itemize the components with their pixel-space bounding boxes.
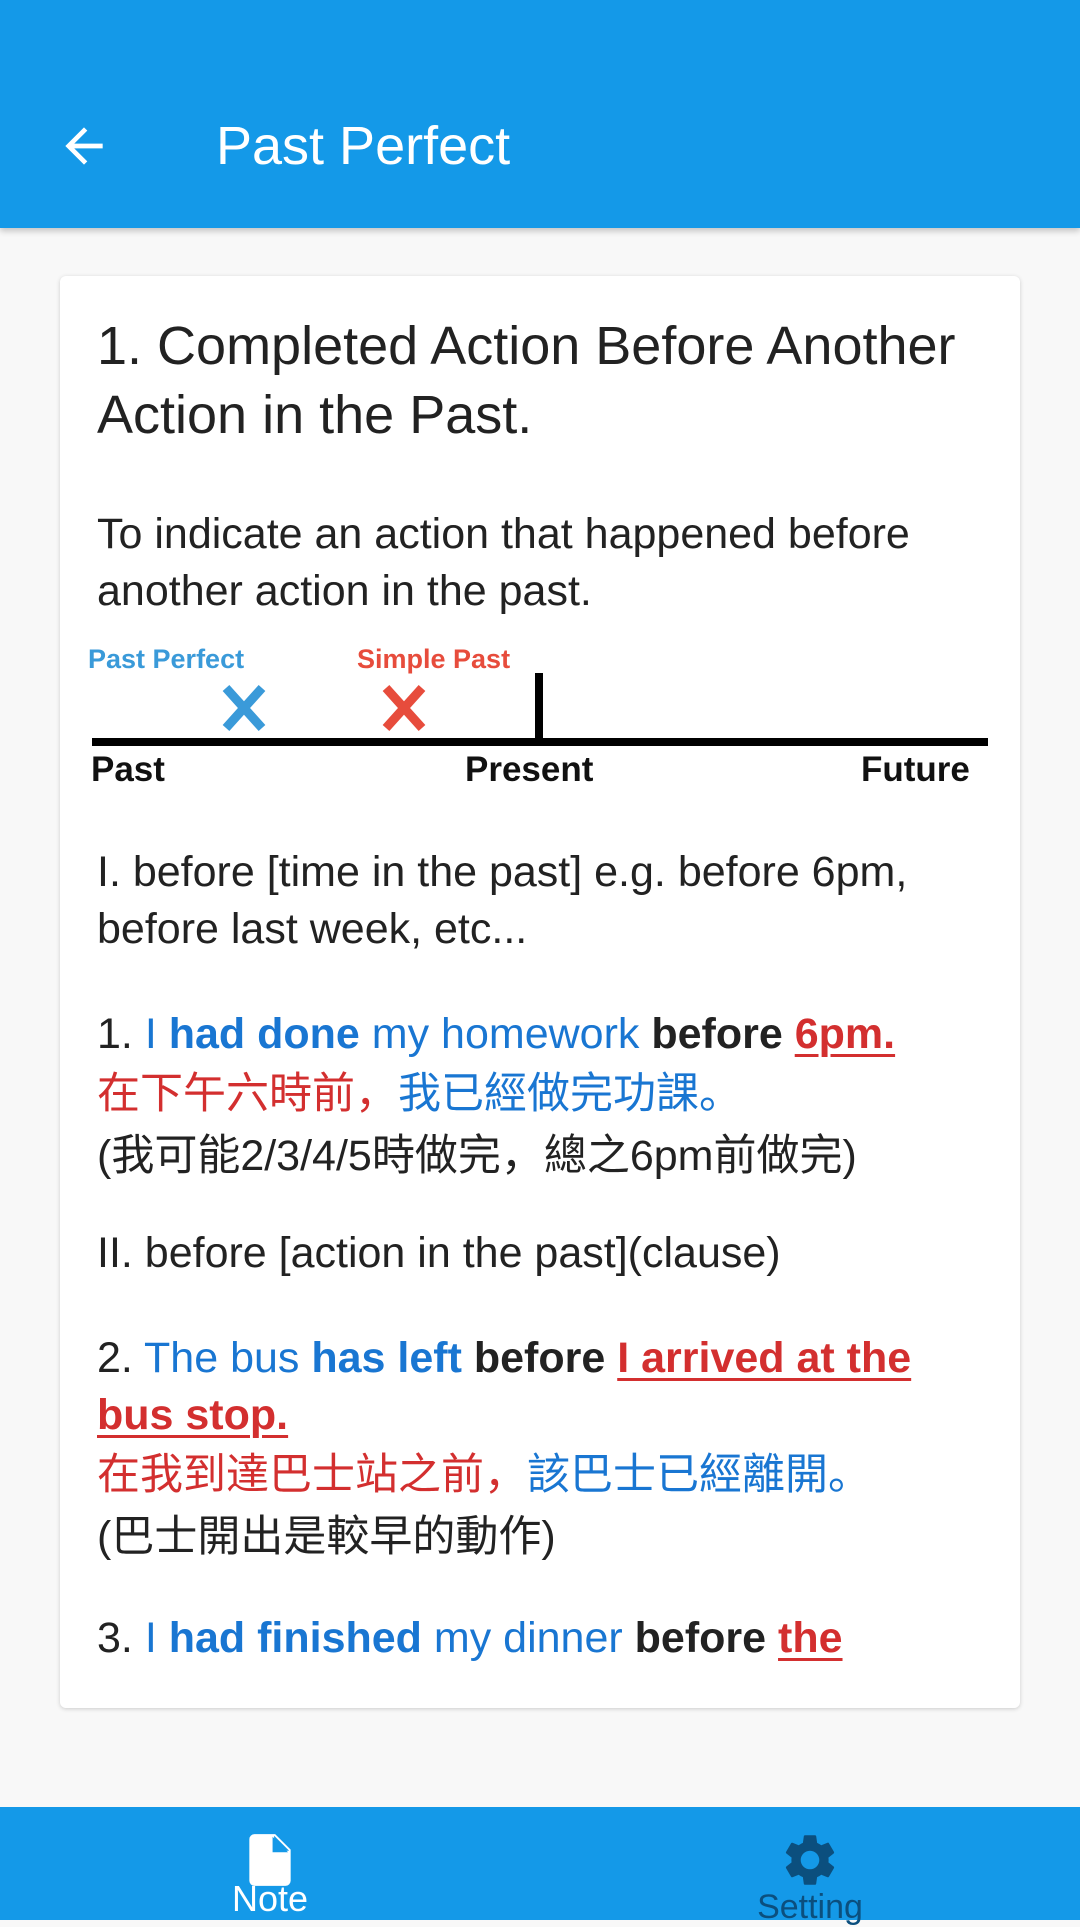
app-bar: Past Perfect bbox=[0, 0, 1080, 228]
example-clause: the bbox=[778, 1614, 843, 1662]
example-3: 3. I had finished my dinner before the bbox=[97, 1610, 997, 1667]
past-perfect-x-icon bbox=[222, 684, 266, 732]
example-verb: has left bbox=[311, 1334, 462, 1382]
example-2: 2. The bus has left before I arrived at … bbox=[97, 1330, 997, 1444]
example-1: 1. I had done my homework before 6pm. bbox=[97, 1006, 997, 1063]
present-axis-label: Present bbox=[465, 750, 594, 789]
past-axis-label: Past bbox=[91, 750, 165, 789]
present-marker bbox=[535, 673, 543, 743]
future-axis-label: Future bbox=[861, 750, 970, 789]
example-number: 2. bbox=[97, 1334, 145, 1382]
bottom-navigation: Note Setting bbox=[0, 1807, 1080, 1926]
example-1-note: (我可能2/3/4/5時做完，總之6pm前做完) bbox=[97, 1132, 857, 1180]
translation-red: 在我到達巴士站之前， bbox=[97, 1451, 527, 1499]
translation-red: 在下午六時前， bbox=[97, 1070, 398, 1118]
example-number: 3. bbox=[97, 1614, 145, 1662]
nav-label-setting: Setting bbox=[757, 1888, 863, 1926]
note-card: 1. Completed Action Before Another Actio… bbox=[60, 276, 1020, 1708]
nav-item-note[interactable]: Note bbox=[120, 1807, 420, 1920]
rule-2: II. before [action in the past](clause) bbox=[97, 1229, 781, 1277]
example-before: before bbox=[461, 1334, 618, 1382]
past-perfect-label: Past Perfect bbox=[88, 644, 245, 674]
translation-blue: 我已經做完功課。 bbox=[398, 1070, 742, 1118]
example-before: before bbox=[651, 1010, 795, 1058]
timeline-axis bbox=[92, 738, 988, 746]
section-heading: 1. Completed Action Before Another Actio… bbox=[97, 316, 956, 445]
example-subject: I bbox=[144, 1614, 169, 1662]
note-content: 1. Completed Action Before Another Actio… bbox=[88, 312, 997, 1667]
page-title: Past Perfect bbox=[216, 116, 511, 176]
translation-blue: 該巴士已經離開。 bbox=[527, 1451, 871, 1499]
rule-1: I. before [time in the past] e.g. before… bbox=[97, 848, 908, 953]
example-object: my homework bbox=[359, 1010, 652, 1058]
example-verb: had finished bbox=[168, 1614, 422, 1662]
nav-label-note: Note bbox=[231, 1878, 309, 1919]
example-object: my dinner bbox=[421, 1614, 635, 1662]
description: To indicate an action that happened befo… bbox=[97, 510, 910, 615]
example-subject: The bus bbox=[144, 1334, 312, 1382]
timeline-diagram: Past Perfect Simple Past Past Present Fu… bbox=[60, 640, 1020, 800]
back-button[interactable] bbox=[48, 110, 120, 182]
example-time: 6pm. bbox=[794, 1010, 896, 1058]
example-number: 1. bbox=[97, 1010, 145, 1058]
simple-past-x-icon bbox=[382, 684, 426, 732]
example-1-translation: 在下午六時前，我已經做完功課。 bbox=[97, 1063, 997, 1125]
arrow-left-icon bbox=[65, 127, 103, 165]
example-2-note: (巴士開出是較早的動作) bbox=[97, 1513, 556, 1561]
example-verb: had done bbox=[168, 1010, 360, 1058]
gear-icon bbox=[785, 1835, 835, 1885]
example-2-translation: 在我到達巴士站之前，該巴士已經離開。 bbox=[97, 1444, 997, 1506]
example-before: before bbox=[634, 1614, 779, 1662]
example-subject: I bbox=[144, 1010, 169, 1058]
nav-item-setting[interactable]: Setting bbox=[660, 1807, 960, 1926]
simple-past-label: Simple Past bbox=[357, 644, 511, 674]
